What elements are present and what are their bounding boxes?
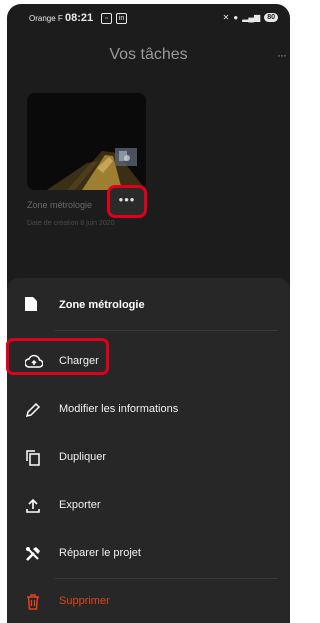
menu-item-label: Exporter (59, 499, 101, 511)
more-options-icon[interactable]: ··· (277, 48, 287, 62)
divider (55, 578, 278, 579)
menu-item-modifier[interactable]: Modifier les informations (7, 390, 290, 430)
menu-item-dupliquer[interactable]: Dupliquer (7, 438, 290, 478)
pointcloud-image (27, 93, 146, 190)
pencil-icon (25, 402, 41, 418)
signal-icon: ▂▄▆ (242, 13, 261, 22)
menu-item-label: Réparer le projet (59, 547, 141, 559)
menu-item-reparer[interactable]: Réparer le projet (7, 534, 290, 574)
carrier-label: Orange F (29, 14, 63, 23)
battery-icon: 80 (264, 13, 278, 22)
task-date: Date de création 8 juin 2020 (27, 220, 115, 227)
location-icon: ● (233, 13, 239, 22)
notification-icon: ▫ (101, 13, 112, 24)
task-title: Zone métrologie (27, 200, 93, 210)
mute-icon: ✕ (222, 13, 230, 22)
repair-tools-icon (25, 546, 41, 562)
file-icon (25, 297, 37, 311)
system-icons: ✕ ● ▂▄▆ 80 (223, 13, 278, 22)
menu-item-label: Charger (59, 355, 99, 367)
linkedin-icon: in (116, 13, 127, 24)
status-bar: Orange F 08:21 ▫ in ✕ ● ▂▄▆ 80 (7, 4, 290, 34)
menu-item-supprimer[interactable]: Supprimer (7, 582, 290, 622)
task-more-button[interactable]: ••• (107, 185, 147, 218)
bottom-sheet: Zone métrologie Charger Modifier les inf… (7, 278, 290, 623)
copy-icon (25, 450, 41, 466)
export-icon (25, 498, 41, 514)
menu-item-exporter[interactable]: Exporter (7, 486, 290, 526)
task-thumbnail[interactable] (27, 93, 146, 190)
phone-screen: Orange F 08:21 ▫ in ✕ ● ▂▄▆ 80 Vos tâche… (7, 4, 290, 623)
sheet-title: Zone métrologie (59, 299, 145, 311)
menu-item-label: Modifier les informations (59, 403, 179, 415)
page-title: Vos tâches (109, 46, 188, 63)
divider (55, 330, 278, 331)
menu-item-label: Dupliquer (59, 451, 107, 463)
menu-item-charger[interactable]: Charger (7, 342, 290, 382)
trash-icon (25, 594, 41, 610)
cloud-upload-icon (25, 354, 43, 370)
clock: 08:21 (65, 12, 94, 24)
sheet-header: Zone métrologie (7, 278, 290, 330)
notification-icons: ▫ in (101, 13, 127, 24)
menu-item-label: Supprimer (59, 595, 110, 607)
